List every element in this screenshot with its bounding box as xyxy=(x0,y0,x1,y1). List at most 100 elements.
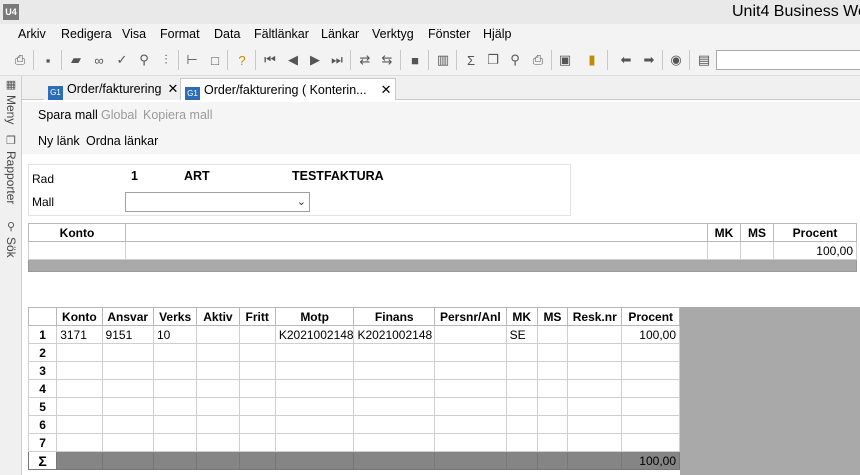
grid-cell-procent[interactable]: 100,00 xyxy=(621,325,680,344)
grid-cell-konto[interactable] xyxy=(56,379,103,398)
grid-cell-verks[interactable] xyxy=(152,361,198,380)
sidebar-tab-meny[interactable]: ▦ Meny xyxy=(2,78,20,124)
menu-fonster[interactable]: Fönster xyxy=(428,27,470,41)
grid-cell-fritt[interactable] xyxy=(238,325,276,344)
spara-mall-button[interactable]: Spara mall xyxy=(38,108,98,122)
record-icon[interactable]: ◉ xyxy=(668,52,684,68)
next-icon[interactable]: ▶ xyxy=(307,52,323,68)
grid-cell-motp[interactable] xyxy=(274,361,355,380)
grid-cell-fritt[interactable] xyxy=(238,433,276,452)
grid-cell-finans[interactable] xyxy=(353,397,436,416)
first-icon[interactable]: ⏮ xyxy=(262,52,278,68)
grid-cell-finans[interactable] xyxy=(353,433,436,452)
grid-cell-verks[interactable] xyxy=(152,433,198,452)
summary-cell-mk[interactable] xyxy=(707,241,741,260)
grid-cell-aktiv[interactable] xyxy=(196,415,240,434)
previous-icon[interactable]: ◀ xyxy=(285,52,301,68)
grid-cell-resk-nr[interactable] xyxy=(567,433,623,452)
checkmark-icon[interactable]: ✓ xyxy=(114,52,130,68)
grid-cell-procent[interactable] xyxy=(621,379,680,398)
menu-redigera[interactable]: Redigera xyxy=(61,27,112,41)
grid-cell-ansvar[interactable] xyxy=(101,361,154,380)
menu-lankar[interactable]: Länkar xyxy=(321,27,359,41)
grid-cell-persnr-anl[interactable] xyxy=(434,343,507,362)
grid-cell-resk-nr[interactable] xyxy=(567,397,623,416)
help-icon[interactable]: ? xyxy=(234,52,250,68)
menu-data[interactable]: Data xyxy=(214,27,240,41)
back-arrow-icon[interactable]: ⬅ xyxy=(618,52,634,68)
grid-cell-procent[interactable] xyxy=(621,397,680,416)
grid-cell-mk[interactable] xyxy=(505,397,538,416)
menu-faltlankar[interactable]: Fältlänkar xyxy=(254,27,309,41)
column-header-ansvar[interactable]: Ansvar xyxy=(101,307,154,326)
grid-cell-persnr-anl[interactable] xyxy=(434,361,507,380)
grid-cell-ms[interactable] xyxy=(536,415,569,434)
column-header-mk[interactable]: MK xyxy=(707,223,741,242)
save-icon[interactable]: ▪ xyxy=(40,52,56,68)
grid-cell-resk-nr[interactable] xyxy=(567,361,623,380)
grid-cell-fritt[interactable] xyxy=(238,397,276,416)
column-header-verks[interactable]: Verks xyxy=(152,307,198,326)
window-icon[interactable]: □ xyxy=(207,52,223,68)
column-header-ms[interactable]: MS xyxy=(740,223,774,242)
summary-cell-procent[interactable]: 100,00 xyxy=(773,241,857,260)
grid-cell-verks[interactable] xyxy=(152,415,198,434)
grid-cell-ms[interactable] xyxy=(536,433,569,452)
menu-arkiv[interactable]: Arkiv xyxy=(18,27,46,41)
column-header-konto[interactable]: Konto xyxy=(28,223,126,242)
menu-hjalp[interactable]: Hjälp xyxy=(483,27,512,41)
grid-cell-finans[interactable] xyxy=(353,415,436,434)
grid-cell-persnr-anl[interactable] xyxy=(434,397,507,416)
column-header-resk-nr[interactable]: Resk.nr xyxy=(567,307,623,326)
close-icon[interactable]: ✕ xyxy=(381,82,392,97)
grid-cell-aktiv[interactable] xyxy=(196,361,240,380)
grid-cell-konto[interactable] xyxy=(56,397,103,416)
sum-icon[interactable]: Σ xyxy=(463,52,479,68)
grid-cell-mk[interactable] xyxy=(505,361,538,380)
grid-cell-finans[interactable]: K2021002148 xyxy=(353,325,436,344)
grid-cell-verks[interactable] xyxy=(152,379,198,398)
grid-cell-persnr-anl[interactable] xyxy=(434,433,507,452)
bookmark-icon[interactable]: ▮ xyxy=(584,52,600,68)
grid-cell-mk[interactable] xyxy=(505,433,538,452)
grid-cell-ms[interactable] xyxy=(536,343,569,362)
grid-cell-mk[interactable]: SE xyxy=(505,325,538,344)
column-header-finans[interactable]: Finans xyxy=(353,307,436,326)
menu-verktyg[interactable]: Verktyg xyxy=(372,27,414,41)
grid-cell-ms[interactable] xyxy=(536,397,569,416)
grid-cell-aktiv[interactable] xyxy=(196,343,240,362)
grid-cell-fritt[interactable] xyxy=(238,379,276,398)
open-folder-icon[interactable]: ▰ xyxy=(68,52,84,68)
stop-icon[interactable]: ■ xyxy=(407,52,423,68)
screen-icon[interactable]: ▣ xyxy=(557,52,573,68)
tab-order-fakturering[interactable]: G1 Order/fakturering ✕ xyxy=(44,78,183,100)
grid-cell-fritt[interactable] xyxy=(238,415,276,434)
column-header-aktiv[interactable]: Aktiv xyxy=(196,307,240,326)
grid-cell-konto[interactable] xyxy=(56,433,103,452)
chart-icon[interactable]: ▥ xyxy=(435,52,451,68)
grid-cell-resk-nr[interactable] xyxy=(567,325,623,344)
column-header-konto[interactable]: Konto xyxy=(56,307,103,326)
grid-cell-ansvar[interactable] xyxy=(101,379,154,398)
grid-cell-mk[interactable] xyxy=(505,415,538,434)
grid-cell-aktiv[interactable] xyxy=(196,325,240,344)
summary-cell-blank[interactable] xyxy=(125,241,708,260)
grid-cell-verks[interactable] xyxy=(152,343,198,362)
grid-cell-aktiv[interactable] xyxy=(196,379,240,398)
menu-visa[interactable]: Visa xyxy=(122,27,146,41)
grid-cell-motp[interactable] xyxy=(274,433,355,452)
grid-cell-procent[interactable] xyxy=(621,361,680,380)
grid-cell-persnr-anl[interactable] xyxy=(434,415,507,434)
grid-cell-ansvar[interactable] xyxy=(101,343,154,362)
grid-cell-konto[interactable]: 3171 xyxy=(56,325,103,344)
grid-cell-mk[interactable] xyxy=(505,343,538,362)
grid-cell-fritt[interactable] xyxy=(238,361,276,380)
grid-cell-mk[interactable] xyxy=(505,379,538,398)
printer-icon[interactable]: ⎙ xyxy=(12,52,28,68)
page-icon[interactable]: ▤ xyxy=(696,52,712,68)
grid-cell-ansvar[interactable]: 9151 xyxy=(101,325,154,344)
split-icon[interactable]: ⇄ xyxy=(357,52,373,68)
pin-icon[interactable]: ⚲ xyxy=(136,52,152,68)
grid-cell-persnr-anl[interactable] xyxy=(434,325,507,344)
zoom-icon[interactable]: ⚲ xyxy=(507,52,523,68)
